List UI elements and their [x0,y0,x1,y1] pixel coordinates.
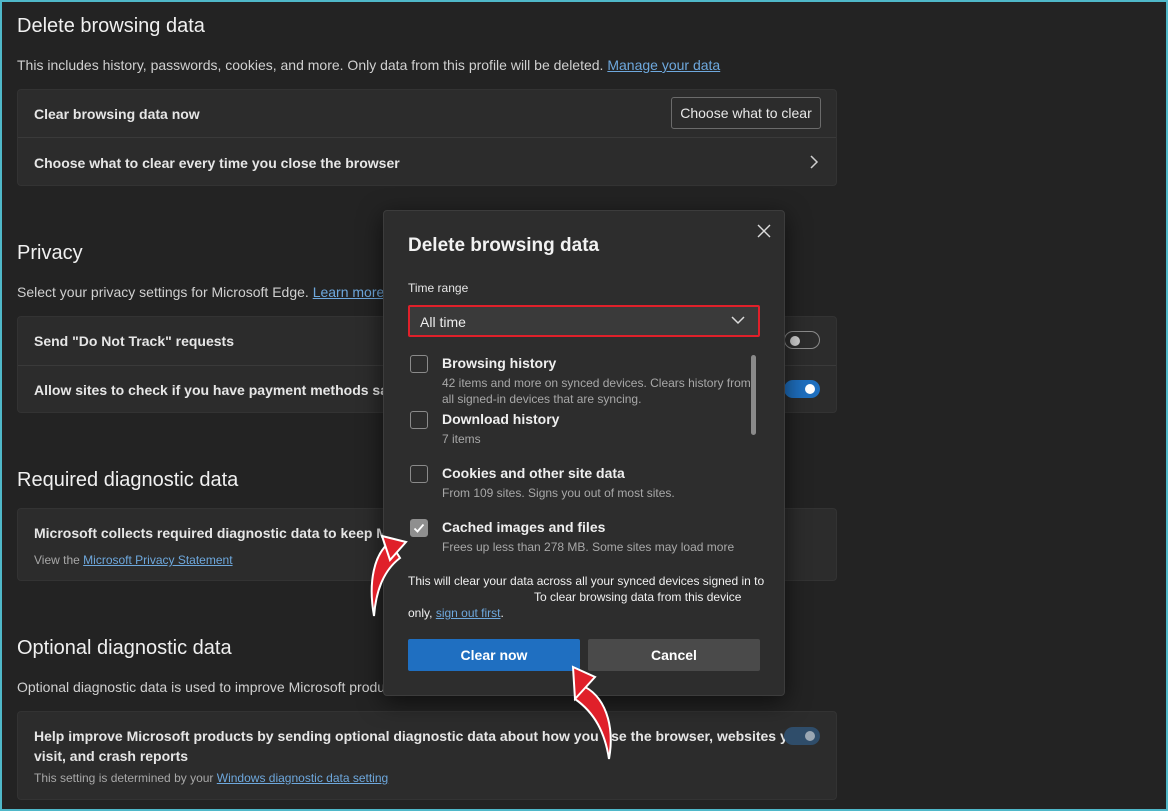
sync-notice-prefix: only, [408,606,433,620]
step6-arrow-icon [571,665,612,760]
download-history-title: Download history [442,411,560,427]
clear-section-description: This includes history, passwords, cookie… [17,57,720,73]
sync-notice-line2: To clear browsing data from this device [534,590,742,604]
payment-methods-label: Allow sites to check if you have payment… [34,382,404,398]
optional-diag-label-line2: visit, and crash reports [34,748,189,764]
privacy-desc-text: Select your privacy settings for Microso… [17,284,309,300]
checkmark-icon [413,523,425,533]
manage-data-link[interactable]: Manage your data [607,57,720,73]
chevron-down-icon [731,316,745,325]
sync-notice: This will clear your data across all you… [408,573,768,621]
cookies-title: Cookies and other site data [442,465,625,481]
dnt-toggle[interactable] [784,331,820,349]
clear-data-card: Clear browsing data now Choose what to c… [17,89,837,186]
cookies-checkbox[interactable] [410,465,428,483]
optional-diag-sub: This setting is determined by your Windo… [34,771,388,785]
optional-diag-sub-text: This setting is determined by your [34,771,214,785]
required-diag-sub-text: View the [34,553,80,567]
download-history-sub: 7 items [442,432,481,446]
required-diag-label: Microsoft collects required diagnostic d… [34,525,400,541]
sign-out-first-link[interactable]: sign out first [436,606,501,620]
privacy-description: Select your privacy settings for Microso… [17,284,384,300]
privacy-statement-link[interactable]: Microsoft Privacy Statement [83,553,232,567]
dialog-title: Delete browsing data [408,235,600,256]
required-diag-heading: Required diagnostic data [17,469,239,491]
optional-diag-toggle [784,727,820,745]
sync-notice-line1: This will clear your data across all you… [408,574,765,588]
optional-diag-description: Optional diagnostic data is used to impr… [17,679,386,695]
windows-diag-setting-link[interactable]: Windows diagnostic data setting [217,771,388,785]
card-divider [18,137,836,138]
cached-images-checkbox[interactable] [410,519,428,537]
time-range-label: Time range [408,281,469,295]
cookies-sub: From 109 sites. Signs you out of most si… [442,486,675,500]
options-scrollbar[interactable] [751,355,756,435]
choose-what-to-clear-button[interactable]: Choose what to clear [671,97,821,129]
chevron-right-icon[interactable] [808,154,820,170]
download-history-checkbox[interactable] [410,411,428,429]
clear-section-heading: Delete browsing data [17,15,205,37]
step5-arrow-icon [370,534,408,617]
privacy-heading: Privacy [17,242,83,264]
optional-diag-label-line1: Help improve Microsoft products by sendi… [34,728,805,744]
time-range-select[interactable]: All time [408,305,760,337]
clear-now-button[interactable]: Clear now [408,639,580,671]
optional-diag-card: Help improve Microsoft products by sendi… [17,711,837,800]
clear-on-close-label[interactable]: Choose what to clear every time you clos… [34,155,400,171]
browsing-history-checkbox[interactable] [410,355,428,373]
required-diag-sub: View the Microsoft Privacy Statement [34,553,233,567]
cached-images-title: Cached images and files [442,519,606,535]
optional-diag-heading: Optional diagnostic data [17,637,232,659]
clear-now-label: Clear browsing data now [34,106,200,122]
payment-methods-toggle[interactable] [784,380,820,398]
learn-more-link[interactable]: Learn more [313,284,385,300]
close-icon[interactable] [754,221,774,241]
browsing-history-title: Browsing history [442,355,557,371]
cached-images-sub: Frees up less than 278 MB. Some sites ma… [442,540,735,554]
dnt-label: Send "Do Not Track" requests [34,333,234,349]
sync-notice-line3: only, sign out first. [408,606,504,620]
delete-browsing-data-dialog: Delete browsing data Time range All time… [383,210,785,696]
clear-section-desc-text: This includes history, passwords, cookie… [17,57,604,73]
time-range-value: All time [420,314,466,330]
browsing-history-sub: 42 items and more on synced devices. Cle… [442,376,751,406]
